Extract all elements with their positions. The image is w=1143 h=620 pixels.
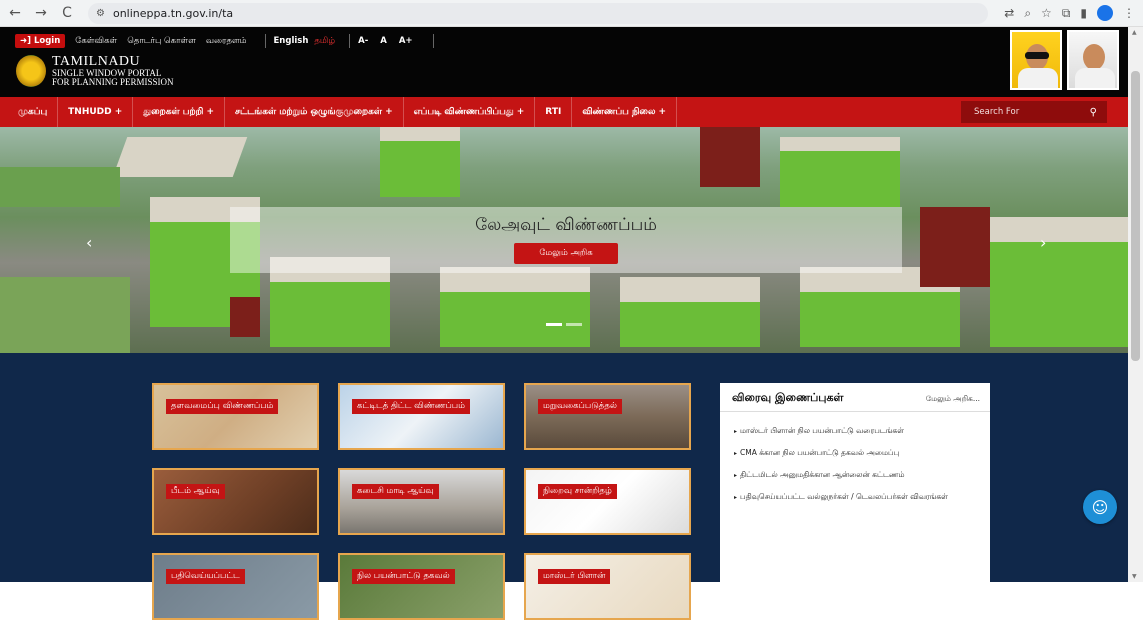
quick-link-label: பதிவுசெய்யப்பட்ட வல்லுநர்கள் / டெவலப்பர்…	[740, 492, 948, 501]
login-button[interactable]: ➜] Login	[15, 34, 66, 48]
caret-right-icon: ▸	[734, 428, 738, 435]
search-icon[interactable]: ⚲	[1090, 107, 1097, 118]
login-label: Login	[33, 36, 61, 46]
scroll-thumb[interactable]	[1131, 71, 1140, 361]
top-links-bar: ➜] Login கேள்விகள் தொடர்பு கொள்ள வரைதளம்…	[15, 32, 442, 50]
quick-link-item[interactable]: ▸ பதிவுசெய்யப்பட்ட வல்லுநர்கள் / டெவலப்பர…	[734, 491, 982, 503]
contact-link[interactable]: தொடர்பு கொள்ள	[127, 36, 196, 47]
carousel-title: லேஅவுட் விண்ணப்பம்	[475, 215, 657, 235]
quick-links-panel: விரைவு இணைப்புகள் மேலும் அறிக... ▸ மாஸ்டர…	[720, 383, 990, 582]
nav-item-rti[interactable]: RTI	[535, 97, 573, 127]
language-tamil-link[interactable]: தமிழ்	[314, 36, 335, 47]
nav-item-acts-rules[interactable]: சட்டங்கள் மற்றும் ஒழுங்குமுறைகள் +	[225, 97, 404, 127]
hero-carousel: ‹ › லேஅவுட் விண்ணப்பம் மேலும் அறிக	[0, 127, 1128, 353]
tile-label: மறுவகைப்படுத்தல்	[538, 399, 622, 414]
page-scrollbar[interactable]: ▲ ▼	[1128, 27, 1143, 582]
bookmark-star-icon[interactable]: ☆	[1041, 6, 1052, 20]
divider	[264, 34, 266, 48]
profile-avatar-icon[interactable]	[1097, 5, 1113, 21]
leader-portraits	[1010, 30, 1119, 90]
font-normal-button[interactable]: A	[380, 36, 387, 46]
menu-kebab-icon[interactable]: ⋮	[1123, 6, 1135, 20]
reload-icon[interactable]: C	[56, 2, 78, 24]
site-logo[interactable]: TAMILNADU SINGLE WINDOW PORTAL FOR PLANN…	[16, 55, 174, 87]
service-tile-building-plan[interactable]: கட்டிடத் திட்ட விண்ணப்பம்	[338, 383, 505, 450]
service-tile-last-floor-inspection[interactable]: கடைசி மாடி ஆய்வு	[338, 468, 505, 535]
tile-label: கடைசி மாடி ஆய்வு	[352, 484, 439, 499]
browser-toolbar: ← → C ⚙ onlineppa.tn.gov.in/ta ⇄ ⌕ ☆ ⧉ ▮…	[0, 0, 1143, 27]
nav-item-tnhudd[interactable]: TNHUDD +	[58, 97, 134, 127]
quick-links-heading: விரைவு இணைப்புகள்	[732, 391, 844, 404]
portrait-image-1	[1010, 30, 1062, 90]
support-chat-icon[interactable]: ☺	[1083, 490, 1117, 524]
service-tile-registered[interactable]: பதிவெய்யப்பட்ட	[152, 553, 319, 620]
tile-label: பீடம் ஆய்வு	[166, 484, 225, 499]
search-input[interactable]	[961, 107, 1081, 117]
service-tile-reclassification[interactable]: மறுவகைப்படுத்தல்	[524, 383, 691, 450]
quick-link-label: மாஸ்டர் பிளான் நில பயன்பாட்டு வரைபடங்கள்	[740, 426, 904, 435]
learn-more-button[interactable]: மேலும் அறிக	[514, 243, 618, 264]
scroll-up-icon[interactable]: ▲	[1132, 29, 1137, 36]
tile-label: கட்டிடத் திட்ட விண்ணப்பம்	[352, 399, 470, 414]
search-box: ⚲	[961, 101, 1107, 123]
side-panel-icon[interactable]: ▮	[1080, 6, 1087, 20]
service-tile-master-plan[interactable]: மாஸ்டர் பிளான்	[524, 553, 691, 620]
address-bar[interactable]: ⚙ onlineppa.tn.gov.in/ta	[88, 2, 988, 24]
service-tile-completion-certificate[interactable]: நிறைவு சான்றிதழ்	[524, 468, 691, 535]
scroll-down-icon[interactable]: ▼	[1132, 573, 1137, 580]
font-decrease-button[interactable]: A-	[358, 36, 368, 46]
faq-link[interactable]: கேள்விகள்	[75, 36, 117, 47]
caret-right-icon: ▸	[734, 494, 738, 501]
divider	[720, 411, 990, 412]
quick-link-item[interactable]: ▸ CMA க்கான நில பயன்பாட்டு தகவல் அமைப்பு	[734, 447, 982, 459]
caret-right-icon: ▸	[734, 472, 738, 479]
forward-icon[interactable]: →	[30, 2, 52, 24]
carousel-caption: லேஅவுட் விண்ணப்பம் மேலும் அறிக	[230, 207, 902, 273]
services-section: தளவமைப்பு விண்ணப்பம் கட்டிடத் திட்ட விண்…	[0, 353, 1128, 620]
logo-title: TAMILNADU	[52, 54, 141, 69]
carousel-prev-icon[interactable]: ‹	[86, 233, 92, 252]
quick-links-more-link[interactable]: மேலும் அறிக...	[926, 394, 980, 404]
service-tile-plinth-inspection[interactable]: பீடம் ஆய்வு	[152, 468, 319, 535]
service-tile-layout[interactable]: தளவமைப்பு விண்ணப்பம்	[152, 383, 319, 450]
service-tile-land-use-info[interactable]: நில பயன்பாட்டு தகவல்	[338, 553, 505, 620]
logo-subtitle-2: FOR PLANNING PERMISSION	[52, 77, 174, 87]
tile-label: தளவமைப்பு விண்ணப்பம்	[166, 399, 279, 414]
portrait-image-2	[1067, 30, 1119, 90]
extensions-icon[interactable]: ⧉	[1062, 6, 1071, 21]
nav-item-home[interactable]: முகப்பு	[0, 97, 59, 127]
font-increase-button[interactable]: A+	[399, 36, 413, 46]
translate-icon[interactable]: ⇄	[1004, 6, 1014, 20]
carousel-dot[interactable]	[546, 323, 562, 326]
language-english-link[interactable]: English	[274, 36, 309, 46]
site-info-icon[interactable]: ⚙	[96, 8, 105, 19]
divider	[432, 34, 434, 48]
quick-link-item[interactable]: ▸ திட்டமிடல் அனுமதிக்கான ஆன்லைன் கட்டணம்	[734, 469, 982, 481]
quick-link-label: திட்டமிடல் அனுமதிக்கான ஆன்லைன் கட்டணம்	[740, 470, 905, 479]
zoom-icon[interactable]: ⌕	[1024, 6, 1031, 21]
tamilnadu-emblem-icon	[16, 55, 46, 87]
quick-links-list: ▸ மாஸ்டர் பிளான் நில பயன்பாட்டு வரைபடங்கள…	[734, 425, 982, 513]
tile-label: நிறைவு சான்றிதழ்	[538, 484, 617, 499]
nav-item-application-status[interactable]: விண்ணப்ப நிலை +	[572, 97, 678, 127]
url-text: onlineppa.tn.gov.in/ta	[112, 6, 234, 20]
caret-right-icon: ▸	[734, 450, 738, 457]
quick-link-item[interactable]: ▸ மாஸ்டர் பிளான் நில பயன்பாட்டு வரைபடங்கள…	[734, 425, 982, 437]
nav-item-how-to-apply[interactable]: எப்படி விண்ணப்பிப்பது +	[404, 97, 536, 127]
site-header: ➜] Login கேள்விகள் தொடர்பு கொள்ள வரைதளம்…	[0, 27, 1143, 97]
divider	[349, 34, 351, 48]
sitemap-link[interactable]: வரைதளம்	[206, 36, 247, 47]
quick-link-label: CMA க்கான நில பயன்பாட்டு தகவல் அமைப்பு	[740, 448, 900, 457]
carousel-dot[interactable]	[566, 323, 582, 326]
carousel-indicators	[546, 323, 582, 326]
nav-item-departments[interactable]: துறைகள் பற்றி +	[133, 97, 225, 127]
main-navigation: முகப்பு TNHUDD + துறைகள் பற்றி + சட்டங்க…	[0, 97, 1143, 127]
back-icon[interactable]: ←	[4, 2, 26, 24]
carousel-next-icon[interactable]: ›	[1040, 233, 1046, 252]
